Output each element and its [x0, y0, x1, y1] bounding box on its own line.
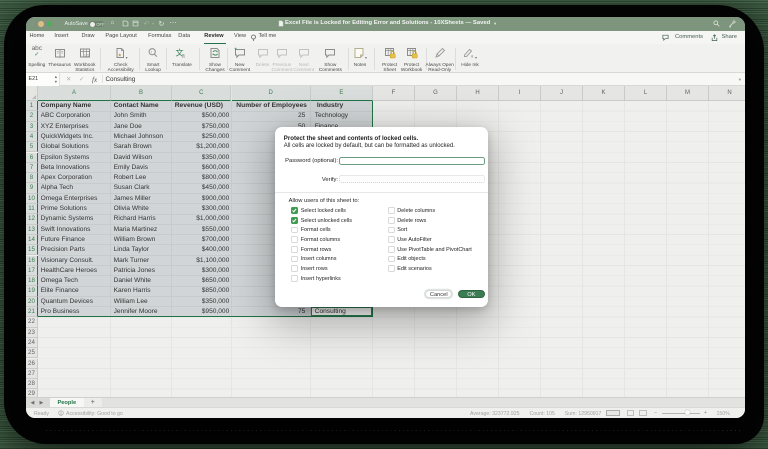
svg-text:i: i — [151, 50, 152, 54]
svg-text:★: ★ — [117, 53, 122, 58]
svg-text:123: 123 — [84, 53, 90, 57]
svg-text:a: a — [182, 54, 186, 60]
svg-text:+: + — [234, 47, 237, 52]
svg-text:a: a — [471, 54, 474, 59]
